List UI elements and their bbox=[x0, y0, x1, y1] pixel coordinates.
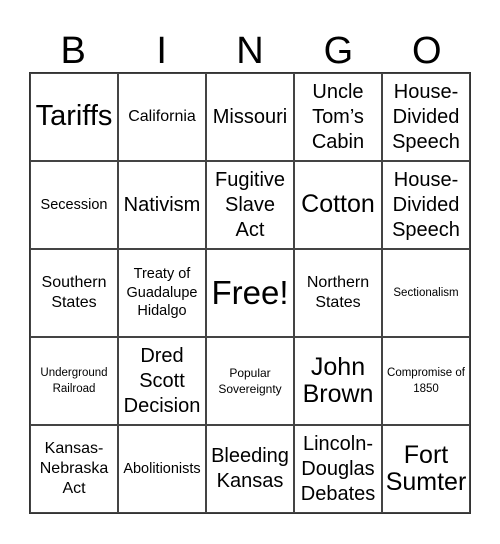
header-letter-n: N bbox=[236, 30, 264, 72]
bingo-cell[interactable]: Kansas-Nebraska Act bbox=[30, 425, 118, 513]
bingo-cell[interactable]: John Brown bbox=[294, 337, 382, 425]
bingo-cell[interactable]: Secession bbox=[30, 161, 118, 249]
bingo-header: B I N G O bbox=[29, 30, 471, 72]
bingo-cell[interactable]: Underground Railroad bbox=[30, 337, 118, 425]
bingo-cell[interactable]: Dred Scott Decision bbox=[118, 337, 206, 425]
bingo-cell[interactable]: Southern States bbox=[30, 249, 118, 337]
bingo-card-grid: Tariffs California Missouri Uncle Tom’s … bbox=[29, 72, 471, 514]
bingo-cell[interactable]: Missouri bbox=[206, 73, 294, 161]
bingo-cell[interactable]: House-Divided Speech bbox=[382, 73, 470, 161]
bingo-cell[interactable]: Fort Sumter bbox=[382, 425, 470, 513]
header-letter-o: O bbox=[412, 30, 442, 72]
header-letter-b: B bbox=[60, 30, 86, 72]
bingo-cell[interactable]: Lincoln-Douglas Debates bbox=[294, 425, 382, 513]
bingo-cell[interactable]: Treaty of Guadalupe Hidalgo bbox=[118, 249, 206, 337]
bingo-cell[interactable]: Sectionalism bbox=[382, 249, 470, 337]
bingo-cell[interactable]: Abolitionists bbox=[118, 425, 206, 513]
bingo-cell[interactable]: Bleeding Kansas bbox=[206, 425, 294, 513]
bingo-cell[interactable]: Tariffs bbox=[30, 73, 118, 161]
header-letter-i: I bbox=[156, 30, 167, 72]
bingo-cell[interactable]: California bbox=[118, 73, 206, 161]
bingo-cell[interactable]: Nativism bbox=[118, 161, 206, 249]
bingo-cell[interactable]: Northern States bbox=[294, 249, 382, 337]
bingo-cell[interactable]: Popular Sovereignty bbox=[206, 337, 294, 425]
bingo-cell[interactable]: Compromise of 1850 bbox=[382, 337, 470, 425]
bingo-cell[interactable]: Cotton bbox=[294, 161, 382, 249]
bingo-cell[interactable]: Uncle Tom’s Cabin bbox=[294, 73, 382, 161]
header-letter-g: G bbox=[323, 30, 354, 72]
bingo-cell[interactable]: House-Divided Speech bbox=[382, 161, 470, 249]
bingo-cell[interactable]: Fugitive Slave Act bbox=[206, 161, 294, 249]
free-space-cell[interactable]: Free! bbox=[206, 249, 294, 337]
